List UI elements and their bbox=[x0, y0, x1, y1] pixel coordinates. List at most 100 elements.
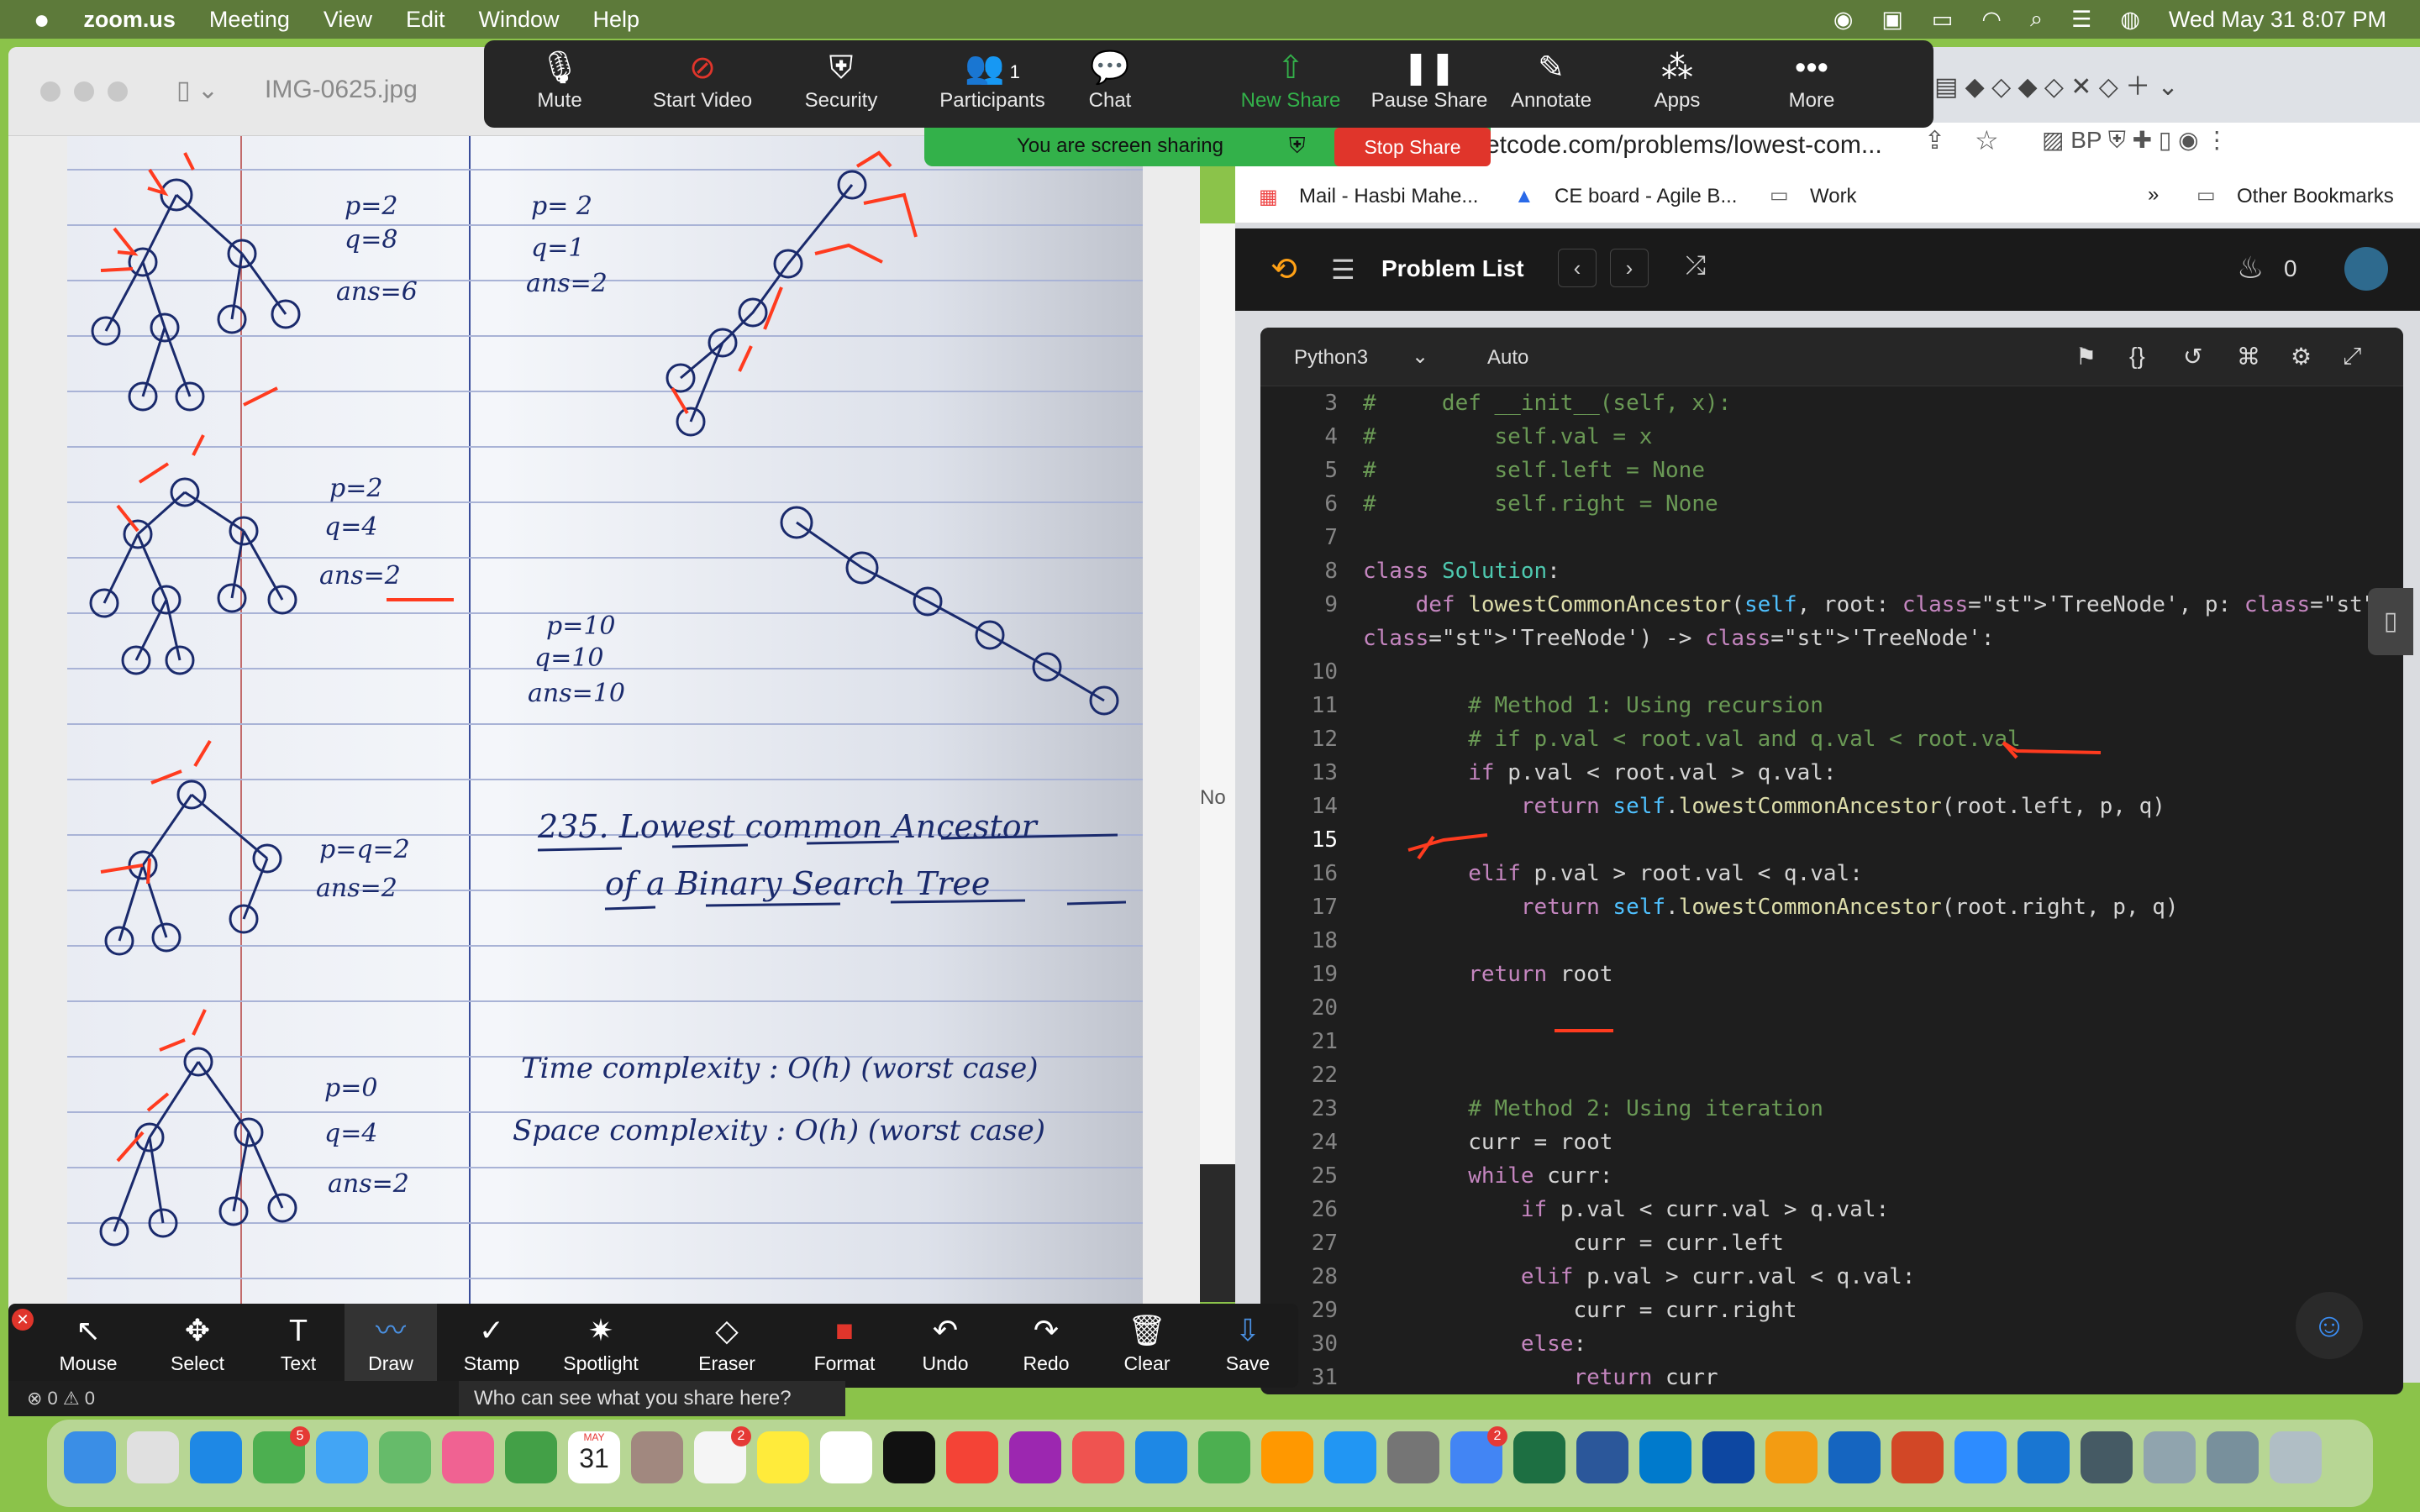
menu-meeting[interactable]: Meeting bbox=[209, 7, 290, 33]
sidebar-toggle-icon[interactable]: ▯ ⌄ bbox=[176, 76, 218, 105]
keynote-dock-icon[interactable] bbox=[1135, 1431, 1187, 1483]
next-problem-button[interactable]: › bbox=[1610, 249, 1649, 287]
apple-menu-icon[interactable]: ● bbox=[34, 4, 50, 35]
more-button[interactable]: ••• More bbox=[1761, 40, 1862, 128]
maps-dock-icon[interactable] bbox=[379, 1431, 431, 1483]
editor-problems-status[interactable]: ⊗ 0 ⚠ 0 bbox=[8, 1381, 459, 1416]
app-store-dock-icon[interactable] bbox=[1324, 1431, 1376, 1483]
bookmark-mail[interactable]: Mail - Hasbi Mahe... bbox=[1299, 185, 1478, 208]
music-dock-icon[interactable] bbox=[946, 1431, 998, 1483]
control-center-icon[interactable]: ☰ bbox=[2071, 7, 2091, 33]
other-bookmarks[interactable]: Other Bookmarks bbox=[2237, 185, 2394, 208]
preview-dock-icon[interactable] bbox=[2144, 1431, 2196, 1483]
launchpad-dock-icon[interactable] bbox=[127, 1431, 179, 1483]
app-menu-zoom[interactable]: zoom.us bbox=[83, 7, 176, 33]
xcode-instruments-dock-icon[interactable] bbox=[2018, 1431, 2070, 1483]
messages-dock-icon[interactable]: 5 bbox=[253, 1426, 310, 1483]
annotate-tool-select[interactable]: ✥ Select bbox=[151, 1304, 244, 1388]
freeform-dock-icon[interactable] bbox=[820, 1431, 872, 1483]
contacts-dock-icon[interactable] bbox=[631, 1431, 683, 1483]
annotate-tool-stamp[interactable]: ✓ Stamp bbox=[445, 1304, 538, 1388]
facetime-dock-icon[interactable] bbox=[505, 1431, 557, 1483]
annotate-tool-mouse[interactable]: ↖ Mouse bbox=[42, 1304, 134, 1388]
menu-view[interactable]: View bbox=[324, 7, 372, 33]
news-dock-icon[interactable] bbox=[1072, 1431, 1124, 1483]
apps-button[interactable]: ⁂ Apps bbox=[1627, 40, 1728, 128]
tab-favicons[interactable]: ▤ ◆ ◇ ◆ ◇ ✕ ◇ ＋ ⌄ bbox=[1934, 66, 2405, 113]
zoom-window-button[interactable] bbox=[108, 81, 128, 102]
annotate-tool-draw[interactable]: 〰 Draw bbox=[345, 1304, 437, 1388]
spotlight-search-icon[interactable]: ⌕ bbox=[2030, 6, 2043, 33]
bookmark-work[interactable]: Work bbox=[1810, 185, 1857, 208]
mail-dock-icon[interactable] bbox=[316, 1431, 368, 1483]
vscode-dock-icon[interactable] bbox=[1639, 1431, 1691, 1483]
participants-button[interactable]: 👥 1 Participants bbox=[921, 40, 1064, 128]
numbers-dock-icon[interactable] bbox=[1198, 1431, 1250, 1483]
mysql-workbench-dock-icon[interactable] bbox=[1702, 1431, 1754, 1483]
bookmark-ce-board[interactable]: CE board - Agile B... bbox=[1555, 185, 1737, 208]
side-doc-icon[interactable]: ▯ bbox=[2368, 588, 2413, 655]
extensions-icons[interactable]: ▨ BP ⛨ ✚ ▯ ◉ ⋮ bbox=[2042, 126, 2403, 155]
menu-window[interactable]: Window bbox=[478, 7, 559, 33]
notes-dock-icon[interactable] bbox=[757, 1431, 809, 1483]
annotate-tool-undo[interactable]: ↶ Undo bbox=[899, 1304, 992, 1388]
annotate-tool-save[interactable]: ⇩ Save bbox=[1202, 1304, 1294, 1388]
downloads-dock-icon[interactable] bbox=[2207, 1431, 2259, 1483]
powerpoint-dock-icon[interactable] bbox=[1891, 1431, 1944, 1483]
trash-dock-icon[interactable] bbox=[2270, 1431, 2322, 1483]
annotate-tool-clear[interactable]: 🗑 Clear bbox=[1101, 1304, 1193, 1388]
podcasts-dock-icon[interactable] bbox=[1009, 1431, 1061, 1483]
share-page-icon[interactable]: ⇪ bbox=[1924, 126, 1945, 155]
new-share-button[interactable]: ⇧ New Share bbox=[1223, 40, 1358, 128]
chrome-dock-icon[interactable]: 2 bbox=[1450, 1426, 1507, 1483]
pause-share-button[interactable]: ❚❚ Pause Share bbox=[1358, 40, 1501, 128]
chat-button[interactable]: 💬 Chat bbox=[1055, 40, 1165, 128]
settings-dock-icon[interactable] bbox=[1387, 1431, 1439, 1483]
menu-help[interactable]: Help bbox=[593, 7, 640, 33]
mute-button[interactable]: 🎙 Mute bbox=[509, 40, 610, 128]
battery-icon[interactable]: ▭ bbox=[1932, 7, 1954, 33]
zoom-dock-icon[interactable] bbox=[1954, 1431, 2007, 1483]
streak-flame-icon[interactable]: ♨ bbox=[2237, 250, 2264, 286]
annotate-tool-spotlight[interactable]: ✷ Spotlight bbox=[555, 1304, 647, 1388]
menu-edit[interactable]: Edit bbox=[406, 7, 445, 33]
sublime-text-dock-icon[interactable] bbox=[1765, 1431, 1818, 1483]
word-dock-icon[interactable] bbox=[1576, 1431, 1628, 1483]
safari-dock-icon[interactable] bbox=[190, 1431, 242, 1483]
finder-dock-icon[interactable] bbox=[64, 1431, 116, 1483]
problem-list-icon[interactable]: ☰ bbox=[1331, 254, 1355, 286]
bookmark-star-icon[interactable]: ☆ bbox=[1975, 124, 1999, 156]
security-button[interactable]: ⛨ Security bbox=[786, 40, 896, 128]
prev-problem-button[interactable]: ‹ bbox=[1558, 249, 1597, 287]
tv-dock-icon[interactable] bbox=[883, 1431, 935, 1483]
zoom-status-icon[interactable]: ▣ bbox=[1881, 7, 1903, 33]
leetcode-logo-icon[interactable]: ⟲ bbox=[1270, 250, 1297, 288]
stop-share-button[interactable]: Stop Share bbox=[1334, 128, 1491, 166]
minimize-window-button[interactable] bbox=[74, 81, 94, 102]
reminders-dock-icon[interactable]: 2 bbox=[694, 1426, 751, 1483]
who-can-see-link[interactable]: Who can see what you share here? bbox=[459, 1381, 845, 1416]
close-window-button[interactable] bbox=[40, 81, 60, 102]
calendar-dock-icon[interactable]: MAY 31 bbox=[568, 1431, 620, 1483]
annotate-tool-eraser[interactable]: ◇ Eraser bbox=[681, 1304, 773, 1388]
problem-list-link[interactable]: Problem List bbox=[1381, 255, 1524, 282]
xcode-dock-icon[interactable] bbox=[1828, 1431, 1881, 1483]
annotate-tool-format[interactable]: ■ Format bbox=[798, 1304, 891, 1388]
user-avatar[interactable] bbox=[2344, 247, 2388, 291]
start-video-button[interactable]: ⊘ Start Video bbox=[635, 40, 770, 128]
close-annotate-icon[interactable]: ✕ bbox=[12, 1309, 34, 1331]
record-icon[interactable]: ◉ bbox=[1833, 7, 1854, 33]
siri-icon[interactable]: ◍ bbox=[2120, 7, 2140, 33]
photos-dock-icon[interactable] bbox=[442, 1431, 494, 1483]
menubar-clock[interactable]: Wed May 31 8:07 PM bbox=[2169, 7, 2386, 33]
random-problem-icon[interactable]: ⤮ bbox=[1686, 252, 1706, 281]
system-info-dock-icon[interactable] bbox=[2081, 1431, 2133, 1483]
annotate-tool-redo[interactable]: ↷ Redo bbox=[1000, 1304, 1092, 1388]
feedback-chat-icon[interactable]: ☺ bbox=[2296, 1292, 2363, 1359]
annotate-tool-text[interactable]: T Text bbox=[252, 1304, 345, 1388]
bookmarks-overflow[interactable]: » bbox=[2148, 183, 2159, 207]
pages-dock-icon[interactable] bbox=[1261, 1431, 1313, 1483]
wifi-icon[interactable]: ◠ bbox=[1981, 7, 2002, 33]
excel-dock-icon[interactable] bbox=[1513, 1431, 1565, 1483]
annotate-button[interactable]: ✎ Annotate bbox=[1492, 40, 1610, 128]
